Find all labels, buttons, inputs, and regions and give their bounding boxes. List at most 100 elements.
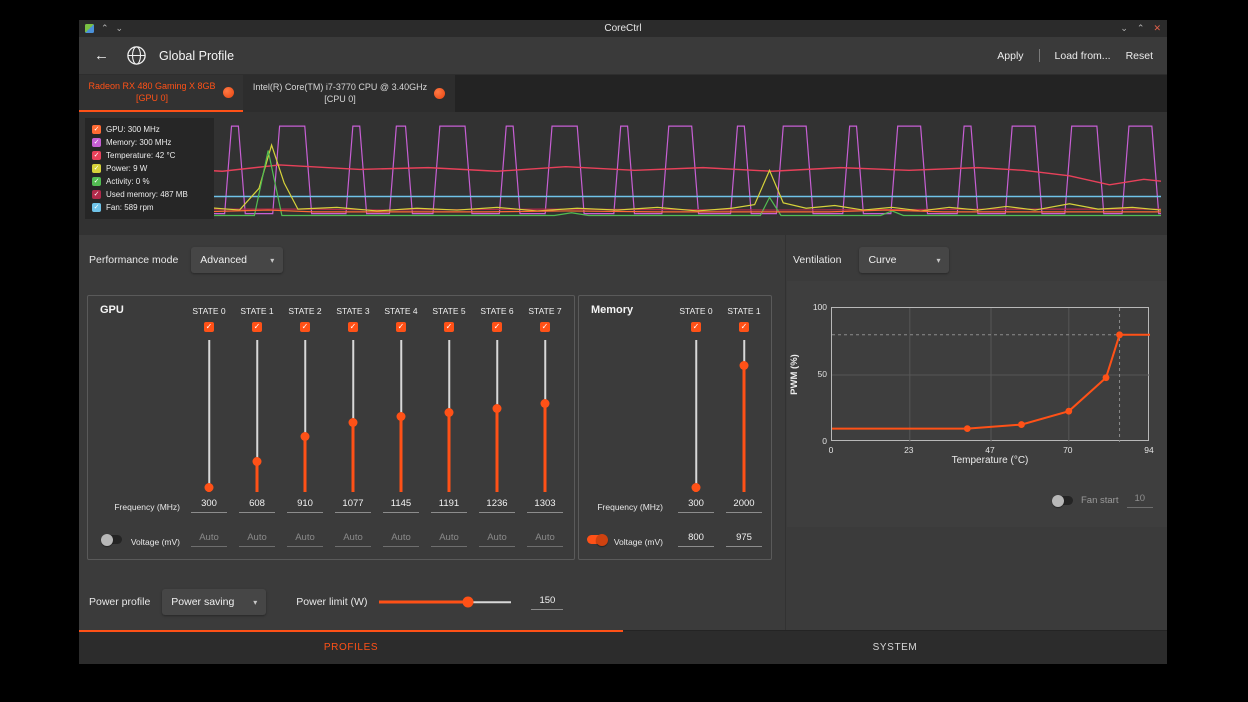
slider-handle[interactable] — [541, 399, 550, 408]
slider-handle[interactable] — [692, 483, 701, 492]
tab-cpu-label: Intel(R) Core(TM) i7-3770 CPU @ 3.40GHz[… — [253, 82, 427, 105]
state-checkbox[interactable]: ✓ — [300, 322, 310, 332]
slider-handle[interactable] — [740, 361, 749, 370]
y-tick-label: 50 — [801, 369, 827, 379]
frequency-value[interactable]: 300 — [678, 498, 714, 513]
power-profile-label: Power profile — [89, 596, 150, 608]
monitor-series-activity — [85, 150, 1161, 215]
fan-curve-svg — [832, 308, 1150, 442]
frequency-value[interactable]: 1077 — [335, 498, 371, 513]
frequency-slider[interactable] — [395, 340, 407, 492]
power-profile-select[interactable]: Power saving ▾ — [162, 589, 266, 615]
window-title: CoreCtrl — [79, 20, 1167, 37]
slider-handle[interactable] — [493, 404, 502, 413]
ventilation-mode-select[interactable]: Curve ▾ — [859, 247, 949, 273]
back-button[interactable]: ← — [94, 47, 109, 64]
frequency-value[interactable]: 2000 — [726, 498, 762, 513]
caret-down-icon: ▾ — [270, 256, 274, 265]
chevron-down-icon[interactable]: ⌄ — [116, 20, 124, 37]
fan-curve-point[interactable] — [1116, 331, 1123, 338]
fan-curve-plot[interactable] — [831, 307, 1149, 441]
gpu-voltage-toggle[interactable] — [102, 535, 122, 544]
power-limit-slider[interactable] — [379, 596, 511, 608]
frequency-value[interactable]: 1191 — [431, 498, 467, 513]
gpu-frequency-label: Frequency (MHz) — [88, 502, 180, 512]
minimize-icon[interactable]: ⌄ — [1120, 20, 1128, 37]
gpu-groupbox: GPU STATE 0✓300AutoSTATE 1✓608AutoSTATE … — [87, 295, 575, 560]
state-checkbox[interactable]: ✓ — [492, 322, 502, 332]
legend-checkbox[interactable]: ✓ — [92, 177, 101, 186]
slider-handle[interactable] — [205, 483, 214, 492]
frequency-value[interactable]: 608 — [239, 498, 275, 513]
tab-profiles[interactable]: PROFILES — [79, 631, 623, 664]
tab-cpu-device[interactable]: Intel(R) Core(TM) i7-3770 CPU @ 3.40GHz[… — [243, 75, 455, 112]
memory-voltage-toggle[interactable] — [587, 535, 607, 544]
voltage-value[interactable]: 800 — [678, 532, 714, 547]
performance-mode-select[interactable]: Advanced ▾ — [191, 247, 283, 273]
state-checkbox[interactable]: ✓ — [739, 322, 749, 332]
frequency-value[interactable]: 1145 — [383, 498, 419, 513]
legend-checkbox[interactable]: ✓ — [92, 151, 101, 160]
legend-checkbox[interactable]: ✓ — [92, 125, 101, 134]
power-limit-value[interactable]: 150 — [531, 595, 563, 610]
voltage-value[interactable]: Auto — [479, 532, 515, 547]
frequency-slider[interactable] — [203, 340, 215, 492]
fan-curve-point[interactable] — [1103, 374, 1110, 381]
reset-button[interactable]: Reset — [1126, 50, 1153, 62]
slider-handle[interactable] — [301, 432, 310, 441]
slider-track — [496, 340, 498, 409]
state-checkbox[interactable]: ✓ — [396, 322, 406, 332]
tab-system[interactable]: SYSTEM — [623, 631, 1167, 664]
frequency-slider[interactable] — [443, 340, 455, 492]
slider-handle[interactable] — [462, 597, 473, 608]
state-checkbox[interactable]: ✓ — [540, 322, 550, 332]
slider-handle[interactable] — [445, 408, 454, 417]
frequency-slider[interactable] — [539, 340, 551, 492]
close-icon[interactable]: ✕ — [1153, 20, 1161, 37]
performance-mode-label: Performance mode — [89, 254, 178, 266]
legend-checkbox[interactable]: ✓ — [92, 164, 101, 173]
main-area: Performance mode Advanced ▾ GPU STATE 0✓… — [79, 235, 1167, 630]
frequency-slider[interactable] — [738, 340, 750, 492]
fan-start-value[interactable]: 10 — [1127, 493, 1154, 508]
frequency-value[interactable]: 300 — [191, 498, 227, 513]
maximize-icon[interactable]: ⌃ — [1137, 20, 1145, 37]
state-checkbox[interactable]: ✓ — [444, 322, 454, 332]
voltage-value[interactable]: Auto — [191, 532, 227, 547]
fan-curve-point[interactable] — [1065, 408, 1072, 415]
voltage-value[interactable]: Auto — [431, 532, 467, 547]
voltage-value[interactable]: Auto — [383, 532, 419, 547]
frequency-slider[interactable] — [299, 340, 311, 492]
state-checkbox[interactable]: ✓ — [691, 322, 701, 332]
state-checkbox[interactable]: ✓ — [252, 322, 262, 332]
legend-checkbox[interactable]: ✓ — [92, 203, 101, 212]
frequency-value[interactable]: 1303 — [527, 498, 563, 513]
slider-handle[interactable] — [253, 457, 262, 466]
legend-checkbox[interactable]: ✓ — [92, 138, 101, 147]
legend-checkbox[interactable]: ✓ — [92, 190, 101, 199]
slider-handle[interactable] — [349, 418, 358, 427]
state-checkbox[interactable]: ✓ — [348, 322, 358, 332]
frequency-value[interactable]: 1236 — [479, 498, 515, 513]
frequency-value[interactable]: 910 — [287, 498, 323, 513]
voltage-value[interactable]: Auto — [239, 532, 275, 547]
frequency-slider[interactable] — [347, 340, 359, 492]
voltage-value[interactable]: Auto — [527, 532, 563, 547]
frequency-slider[interactable] — [491, 340, 503, 492]
slider-handle[interactable] — [397, 412, 406, 421]
apply-button[interactable]: Apply — [997, 50, 1023, 62]
voltage-value[interactable]: Auto — [335, 532, 371, 547]
frequency-slider[interactable] — [251, 340, 263, 492]
frequency-slider[interactable] — [690, 340, 702, 492]
chevron-up-icon[interactable]: ⌃ — [101, 20, 109, 37]
memory-title: Memory — [591, 304, 633, 316]
fan-curve-point[interactable] — [1018, 421, 1025, 428]
voltage-value[interactable]: Auto — [287, 532, 323, 547]
state-checkbox[interactable]: ✓ — [204, 322, 214, 332]
tab-gpu-device[interactable]: Radeon RX 480 Gaming X 8GB[GPU 0] — [79, 75, 243, 112]
fan-start-toggle[interactable] — [1053, 496, 1073, 505]
load-from-button[interactable]: Load from... — [1055, 50, 1111, 62]
gpu-device-icon — [223, 87, 234, 98]
fan-curve-point[interactable] — [964, 425, 971, 432]
voltage-value[interactable]: 975 — [726, 532, 762, 547]
